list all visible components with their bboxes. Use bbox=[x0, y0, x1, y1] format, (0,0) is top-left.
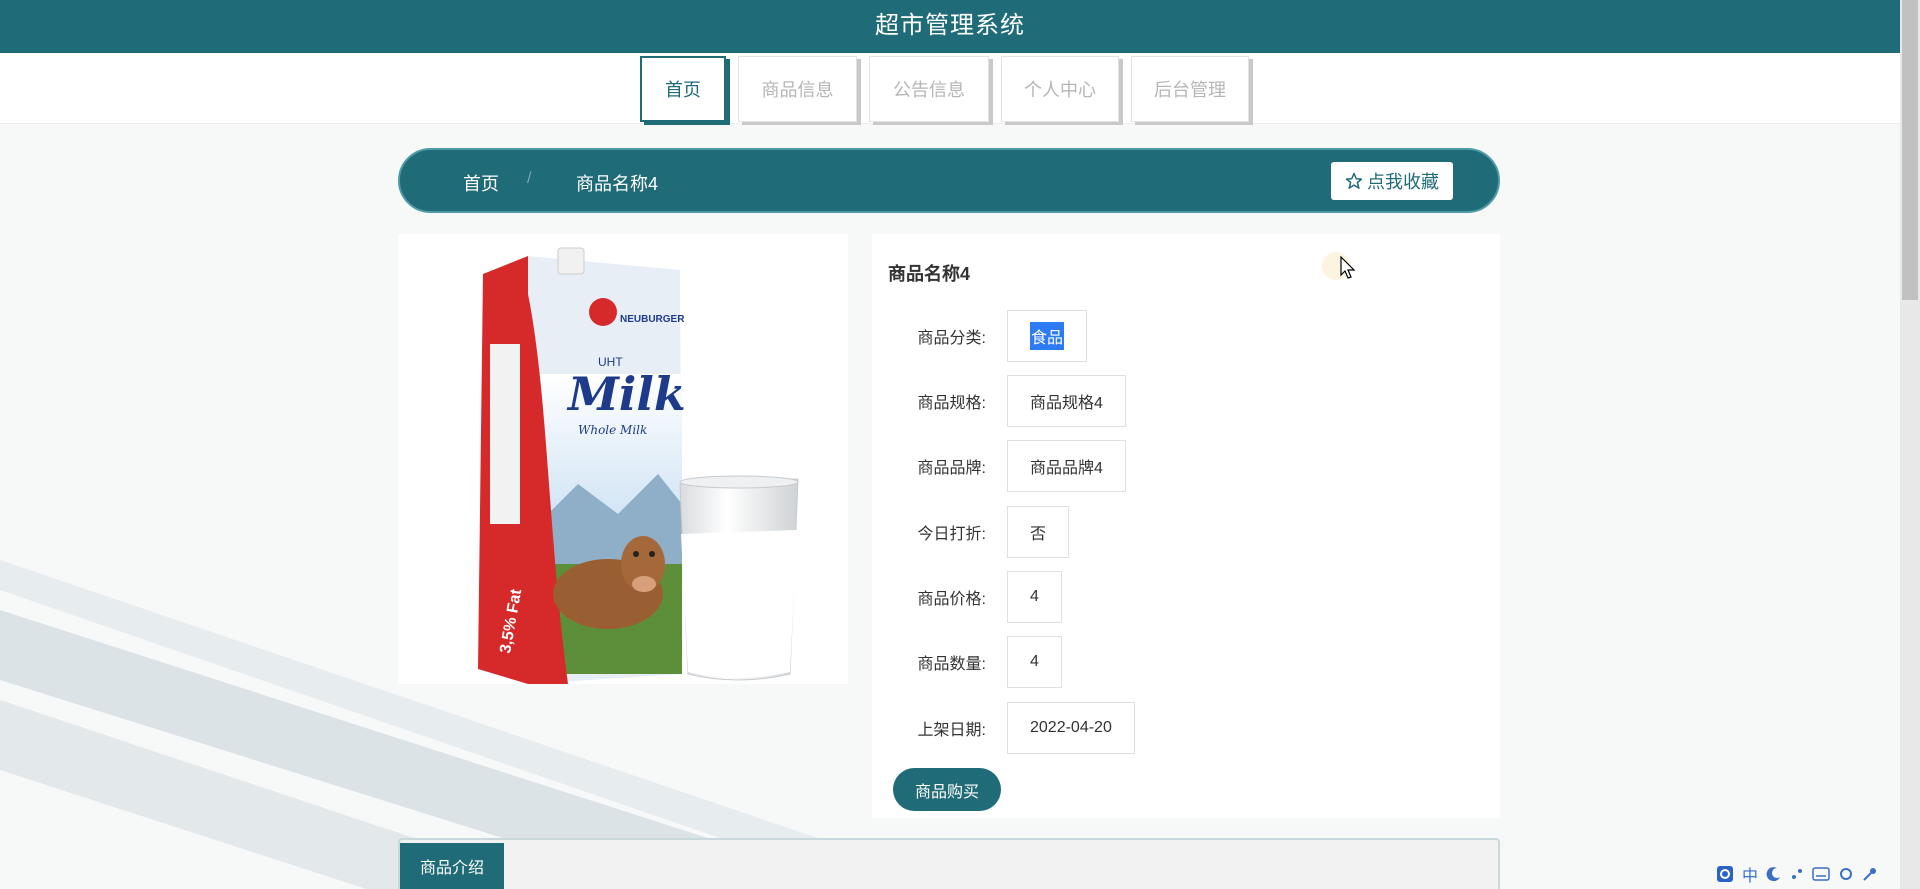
milk-carton-image: NEUBURGER UHT Milk Whole Milk 3,5% Fat bbox=[478, 247, 799, 684]
field-price: 商品价格: 4 bbox=[872, 571, 1062, 623]
nav-item-products[interactable]: 商品信息 bbox=[738, 56, 857, 122]
buy-button[interactable]: 商品购买 bbox=[893, 768, 1001, 811]
breadcrumb-home-link[interactable]: 首页 bbox=[463, 170, 499, 196]
field-value[interactable]: 4 bbox=[1007, 636, 1062, 688]
ime-chinese-indicator[interactable]: 中 bbox=[1742, 862, 1758, 886]
field-value: 食品 bbox=[1030, 322, 1065, 350]
field-listing-date: 上架日期: 2022-04-20 bbox=[872, 702, 1135, 754]
star-outline-icon bbox=[1345, 172, 1363, 189]
product-image: NEUBURGER UHT Milk Whole Milk 3,5% Fat bbox=[398, 234, 848, 684]
field-label: 商品分类: bbox=[917, 330, 986, 347]
moon-icon[interactable] bbox=[1766, 866, 1782, 882]
favorite-button[interactable]: 点我收藏 bbox=[1331, 162, 1453, 200]
nav-item-announcements[interactable]: 公告信息 bbox=[869, 56, 989, 122]
field-value[interactable]: 2022-04-20 bbox=[1007, 702, 1135, 754]
punctuation-icon[interactable] bbox=[1790, 867, 1804, 881]
tools-icon[interactable] bbox=[1862, 866, 1878, 882]
field-label: 商品规格: bbox=[917, 395, 986, 412]
field-value[interactable]: 商品品牌4 bbox=[1007, 440, 1126, 492]
field-spec: 商品规格: 商品规格4 bbox=[872, 375, 1126, 427]
favorite-label: 点我收藏 bbox=[1367, 172, 1439, 192]
system-tray: 中 bbox=[1716, 860, 1878, 888]
product-name: 商品名称4 bbox=[888, 264, 971, 284]
field-label: 商品价格: bbox=[917, 591, 986, 608]
field-brand: 商品品牌: 商品品牌4 bbox=[872, 440, 1126, 492]
main-nav: 首页 商品信息 公告信息 个人中心 后台管理 bbox=[0, 53, 1900, 124]
field-value[interactable]: 商品规格4 bbox=[1007, 375, 1126, 427]
page-scrollbar[interactable] bbox=[1900, 0, 1920, 889]
tab-product-intro[interactable]: 商品介绍 bbox=[400, 843, 504, 889]
field-value[interactable]: 4 bbox=[1007, 571, 1062, 623]
nav-item-profile[interactable]: 个人中心 bbox=[1001, 56, 1119, 122]
field-category: 商品分类: 食品 bbox=[872, 310, 1088, 362]
field-label: 今日打折: bbox=[917, 526, 986, 543]
product-info-panel: 商品名称4 商品分类: 食品 商品规格: 商品规格4 商品品牌: 商品品牌4 今… bbox=[872, 234, 1500, 818]
field-quantity: 商品数量: 4 bbox=[872, 636, 1062, 688]
field-value[interactable]: 否 bbox=[1007, 506, 1070, 558]
scrollbar-thumb[interactable] bbox=[1902, 0, 1918, 300]
breadcrumb-current: 商品名称4 bbox=[576, 174, 659, 194]
svg-text:Whole Milk: Whole Milk bbox=[578, 423, 647, 437]
svg-text:NEUBURGER: NEUBURGER bbox=[620, 314, 685, 325]
detail-tabs: 商品介绍 bbox=[398, 838, 1500, 889]
svg-text:Milk: Milk bbox=[566, 367, 686, 421]
field-value-box[interactable]: 食品 bbox=[1007, 310, 1088, 362]
mouse-cursor-icon bbox=[1340, 256, 1356, 279]
app-title: 超市管理系统 bbox=[875, 12, 1025, 39]
field-label: 上架日期: bbox=[917, 722, 986, 739]
keyboard-icon[interactable] bbox=[1812, 866, 1830, 882]
app-o-icon[interactable] bbox=[1716, 865, 1734, 883]
breadcrumb-separator: / bbox=[527, 170, 532, 187]
nav-item-admin[interactable]: 后台管理 bbox=[1131, 56, 1249, 122]
field-label: 商品数量: bbox=[917, 656, 986, 673]
field-label: 商品品牌: bbox=[917, 460, 986, 477]
field-discount: 今日打折: 否 bbox=[872, 506, 1070, 558]
app-header: 超市管理系统 bbox=[0, 0, 1900, 53]
settings-icon[interactable] bbox=[1838, 866, 1854, 882]
nav-item-home[interactable]: 首页 bbox=[640, 56, 726, 122]
breadcrumb: 首页 / 商品名称4 点我收藏 bbox=[398, 148, 1500, 213]
